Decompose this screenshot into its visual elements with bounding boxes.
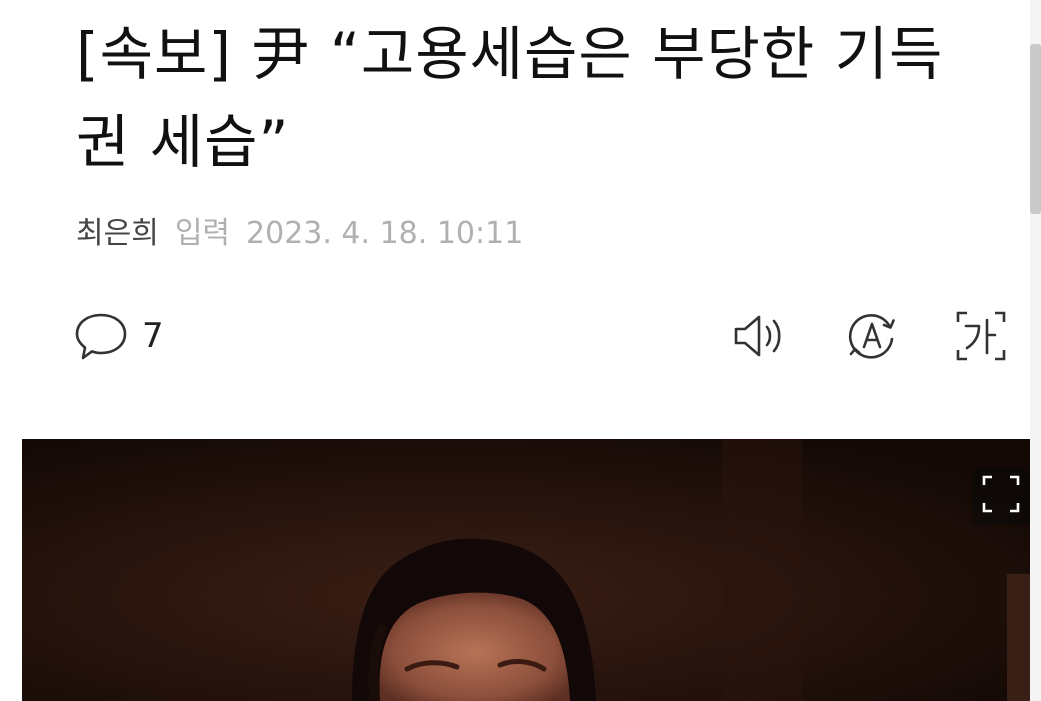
font-size-icon — [951, 306, 1011, 366]
article-meta: 최은희 입력 2023. 4. 18. 10:11 — [76, 212, 523, 256]
reporter-name[interactable]: 최은희 — [76, 216, 159, 251]
scrollbar-thumb[interactable] — [1030, 44, 1041, 214]
speaker-icon — [732, 310, 792, 362]
translate-button[interactable] — [842, 306, 902, 366]
speech-bubble-icon — [74, 309, 128, 363]
comment-button[interactable]: 7 — [74, 308, 164, 364]
expand-icon — [981, 474, 1021, 518]
expand-photo-button[interactable] — [972, 467, 1030, 525]
input-label: 입력 — [174, 216, 231, 251]
article-page: [속보] 尹 “고용세습은 부당한 기득권 세습” 최은희 입력 2023. 4. … — [0, 0, 1041, 701]
article-photo[interactable] — [22, 439, 1030, 701]
published-timestamp: 2023. 4. 18. 10:11 — [246, 216, 524, 251]
read-aloud-button[interactable] — [732, 306, 792, 366]
font-size-button[interactable] — [951, 306, 1011, 366]
photo-scene — [22, 439, 1030, 701]
page-scrollbar[interactable] — [1030, 0, 1041, 701]
translate-icon — [843, 307, 901, 365]
comment-count: 7 — [142, 316, 164, 356]
article-headline: [속보] 尹 “고용세습은 부당한 기득권 세습” — [76, 20, 944, 176]
